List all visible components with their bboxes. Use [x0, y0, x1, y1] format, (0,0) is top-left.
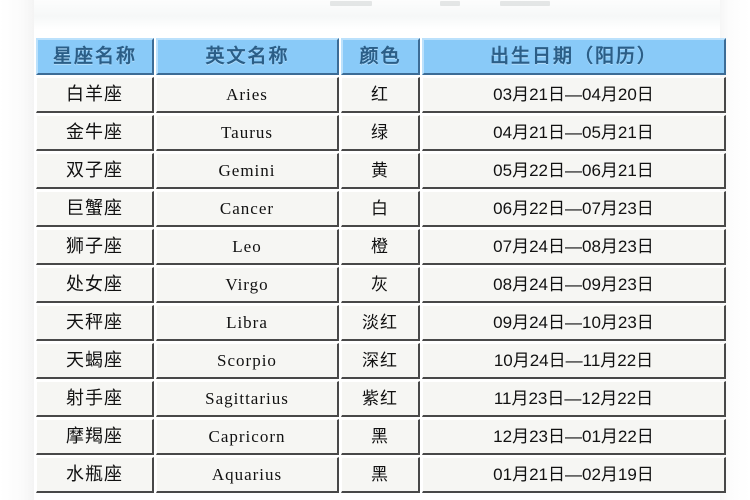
cell-sign-name: 天秤座 — [36, 305, 154, 341]
cell-color: 白 — [341, 191, 420, 227]
cell-english-name: Capricorn — [156, 419, 339, 455]
cell-english-name: Virgo — [156, 267, 339, 303]
column-header-english-name: 英文名称 — [156, 38, 339, 75]
cell-sign-name: 双子座 — [36, 153, 154, 189]
table-body: 白羊座 Aries 红 03月21日—04月20日 金牛座 Taurus 绿 04月21日—0… — [36, 77, 726, 493]
table-row: 处女座 Virgo 灰 08月24日—09月23日 — [36, 267, 726, 303]
table-row: 天秤座 Libra 淡红 09月24日—10月23日 — [36, 305, 726, 341]
cell-english-name: Sagittarius — [156, 381, 339, 417]
table-row: 天蝎座 Scorpio 深红 10月24日—11月22日 — [36, 343, 726, 379]
scan-artifact-strip — [0, 0, 750, 30]
cell-sign-name: 狮子座 — [36, 229, 154, 265]
cell-birth-date: 01月21日—02月19日 — [422, 457, 726, 493]
column-header-color: 颜色 — [341, 38, 420, 75]
cell-english-name: Libra — [156, 305, 339, 341]
column-header-birth-date: 出生日期（阳历） — [422, 38, 726, 75]
cell-sign-name: 水瓶座 — [36, 457, 154, 493]
cell-english-name: Aquarius — [156, 457, 339, 493]
cell-sign-name: 射手座 — [36, 381, 154, 417]
cell-english-name: Leo — [156, 229, 339, 265]
cell-color: 绿 — [341, 115, 420, 151]
cell-color: 灰 — [341, 267, 420, 303]
cell-sign-name: 巨蟹座 — [36, 191, 154, 227]
table-row: 狮子座 Leo 橙 07月24日—08月23日 — [36, 229, 726, 265]
table-row: 摩羯座 Capricorn 黑 12月23日—01月22日 — [36, 419, 726, 455]
cell-birth-date: 07月24日—08月23日 — [422, 229, 726, 265]
cell-sign-name: 金牛座 — [36, 115, 154, 151]
cell-color: 深红 — [341, 343, 420, 379]
zodiac-sign-table: 星座名称 英文名称 颜色 出生日期（阳历） 白羊座 Aries 红 03月21日—04… — [34, 36, 728, 495]
cell-color: 红 — [341, 77, 420, 113]
cell-sign-name: 摩羯座 — [36, 419, 154, 455]
cell-birth-date: 04月21日—05月21日 — [422, 115, 726, 151]
cell-birth-date: 09月24日—10月23日 — [422, 305, 726, 341]
column-header-sign-name: 星座名称 — [36, 38, 154, 75]
cell-english-name: Gemini — [156, 153, 339, 189]
table-header-row: 星座名称 英文名称 颜色 出生日期（阳历） — [36, 38, 726, 75]
zodiac-table-container: 星座名称 英文名称 颜色 出生日期（阳历） 白羊座 Aries 红 03月21日—04… — [34, 36, 726, 495]
page-edge-left — [0, 0, 34, 500]
cell-english-name: Taurus — [156, 115, 339, 151]
table-row: 白羊座 Aries 红 03月21日—04月20日 — [36, 77, 726, 113]
cell-birth-date: 12月23日—01月22日 — [422, 419, 726, 455]
cell-birth-date: 08月24日—09月23日 — [422, 267, 726, 303]
cell-birth-date: 11月23日—12月22日 — [422, 381, 726, 417]
cell-color: 黄 — [341, 153, 420, 189]
table-header: 星座名称 英文名称 颜色 出生日期（阳历） — [36, 38, 726, 75]
cell-color: 紫红 — [341, 381, 420, 417]
cell-birth-date: 05月22日—06月21日 — [422, 153, 726, 189]
table-row: 水瓶座 Aquarius 黑 01月21日—02月19日 — [36, 457, 726, 493]
cell-color: 淡红 — [341, 305, 420, 341]
cell-sign-name: 天蝎座 — [36, 343, 154, 379]
cell-birth-date: 10月24日—11月22日 — [422, 343, 726, 379]
table-row: 金牛座 Taurus 绿 04月21日—05月21日 — [36, 115, 726, 151]
cell-color: 黑 — [341, 457, 420, 493]
cell-english-name: Aries — [156, 77, 339, 113]
table-row: 双子座 Gemini 黄 05月22日—06月21日 — [36, 153, 726, 189]
table-row: 巨蟹座 Cancer 白 06月22日—07月23日 — [36, 191, 726, 227]
cell-english-name: Cancer — [156, 191, 339, 227]
cell-sign-name: 白羊座 — [36, 77, 154, 113]
cell-color: 黑 — [341, 419, 420, 455]
cell-birth-date: 06月22日—07月23日 — [422, 191, 726, 227]
table-row: 射手座 Sagittarius 紫红 11月23日—12月22日 — [36, 381, 726, 417]
cell-sign-name: 处女座 — [36, 267, 154, 303]
cell-birth-date: 03月21日—04月20日 — [422, 77, 726, 113]
cell-english-name: Scorpio — [156, 343, 339, 379]
cell-color: 橙 — [341, 229, 420, 265]
